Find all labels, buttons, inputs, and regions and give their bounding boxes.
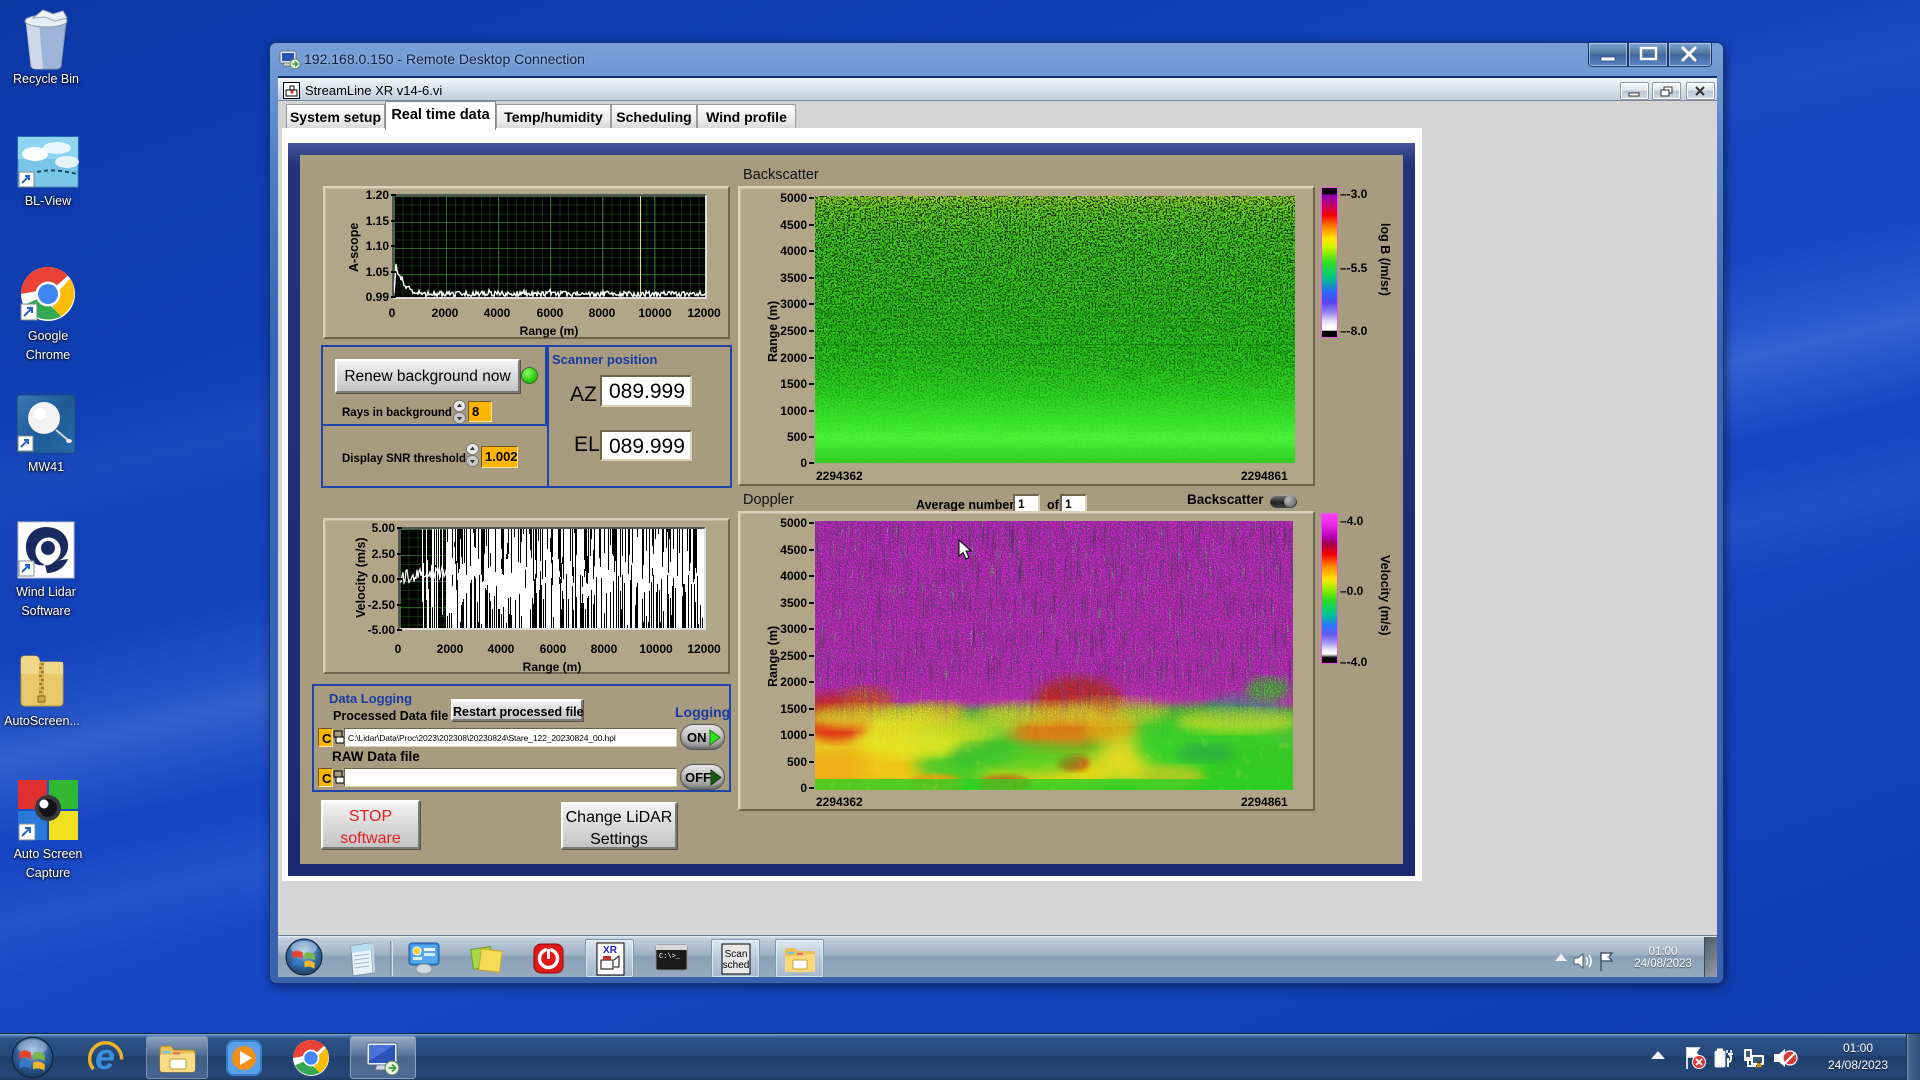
svg-text:C:\>_: C:\>_ [659, 953, 681, 961]
svg-text:e: e [95, 1037, 115, 1077]
svg-text:XR: XR [603, 945, 618, 956]
svg-text:sched: sched [723, 960, 750, 971]
svg-text:Scan: Scan [725, 949, 748, 960]
svg-text:!: ! [1758, 1062, 1760, 1068]
